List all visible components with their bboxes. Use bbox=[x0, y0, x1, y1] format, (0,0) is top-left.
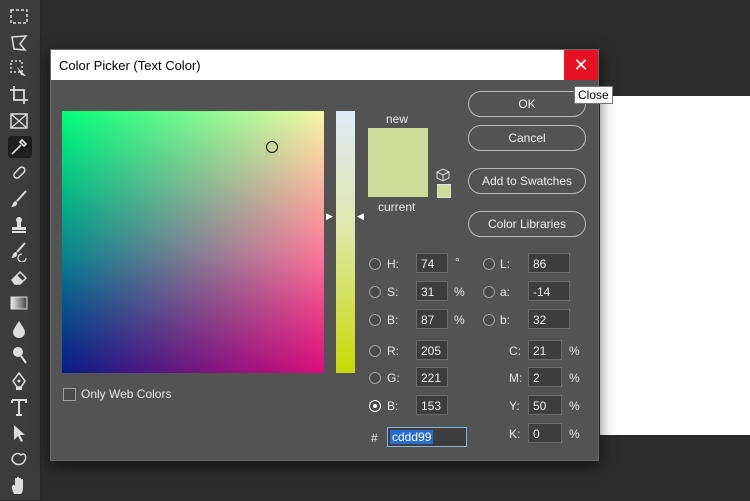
only-web-colors-checkbox[interactable] bbox=[63, 388, 76, 401]
brightness-unit: % bbox=[454, 313, 465, 327]
l-input[interactable]: 86 bbox=[528, 253, 570, 273]
gradient-icon[interactable] bbox=[8, 292, 32, 314]
hex-input[interactable]: cddd99 bbox=[387, 427, 467, 447]
blue-radio[interactable] bbox=[369, 400, 381, 412]
path-select-icon[interactable] bbox=[8, 422, 32, 444]
color-picker-dialog: Color Picker (Text Color) ✕ ▶ ◀ new curr… bbox=[50, 49, 599, 461]
c-input[interactable]: 21 bbox=[528, 340, 562, 360]
eyedropper-icon[interactable] bbox=[8, 136, 32, 158]
history-brush-icon[interactable] bbox=[8, 240, 32, 263]
hex-label: # bbox=[371, 431, 378, 445]
clone-stamp-icon[interactable] bbox=[8, 214, 32, 236]
crop-icon[interactable] bbox=[8, 84, 32, 106]
close-tooltip: Close bbox=[574, 86, 613, 104]
type-icon[interactable] bbox=[8, 396, 32, 418]
web-safe-color-swatch[interactable] bbox=[437, 184, 451, 198]
s-unit: % bbox=[454, 285, 465, 299]
m-input[interactable]: 2 bbox=[528, 367, 562, 387]
cancel-button[interactable]: Cancel bbox=[468, 125, 586, 151]
color-field-marker[interactable] bbox=[266, 141, 278, 153]
blur-icon[interactable] bbox=[8, 318, 32, 340]
hand-icon[interactable] bbox=[8, 474, 32, 496]
lab-b-input[interactable]: 32 bbox=[528, 309, 570, 329]
r-label: R: bbox=[387, 344, 399, 358]
current-label: current bbox=[378, 200, 416, 214]
lasso-icon[interactable] bbox=[8, 32, 32, 54]
c-label: C: bbox=[509, 344, 521, 358]
s-radio[interactable] bbox=[369, 286, 381, 298]
l-label: L: bbox=[500, 257, 511, 271]
g-input[interactable]: 221 bbox=[416, 367, 448, 387]
marquee-icon[interactable] bbox=[8, 6, 32, 28]
h-radio[interactable] bbox=[369, 258, 381, 270]
h-label: H: bbox=[387, 257, 399, 271]
m-unit: % bbox=[569, 371, 580, 385]
y-input[interactable]: 50 bbox=[528, 395, 562, 415]
blue-label: B: bbox=[387, 399, 399, 413]
c-unit: % bbox=[569, 344, 580, 358]
out-of-web-gamut-cube-icon[interactable] bbox=[436, 168, 450, 182]
eraser-icon[interactable] bbox=[8, 266, 32, 288]
only-web-colors-label: Only Web Colors bbox=[81, 387, 172, 401]
healing-icon[interactable] bbox=[8, 162, 32, 184]
brightness-input[interactable]: 87 bbox=[416, 309, 448, 329]
ok-button[interactable]: OK bbox=[468, 91, 586, 117]
a-label: a: bbox=[500, 285, 511, 299]
slider-right-arrow-icon[interactable]: ◀ bbox=[357, 211, 364, 222]
add-to-swatches-button[interactable]: Add to Swatches bbox=[468, 168, 586, 194]
s-label: S: bbox=[387, 285, 399, 299]
brightness-radio[interactable] bbox=[369, 314, 381, 326]
object-select-icon[interactable] bbox=[8, 58, 32, 80]
l-radio[interactable] bbox=[483, 258, 495, 270]
lab-b-label: b: bbox=[500, 313, 511, 327]
a-radio[interactable] bbox=[483, 286, 495, 298]
color-slider[interactable] bbox=[336, 111, 355, 373]
pen-icon[interactable] bbox=[8, 370, 32, 392]
dialog-title: Color Picker (Text Color) bbox=[59, 58, 201, 73]
k-input[interactable]: 0 bbox=[528, 423, 562, 443]
r-input[interactable]: 205 bbox=[416, 340, 448, 360]
shape-icon[interactable] bbox=[8, 448, 32, 470]
blue-input[interactable]: 153 bbox=[416, 395, 448, 415]
y-label: Y: bbox=[509, 399, 520, 413]
color-libraries-button[interactable]: Color Libraries bbox=[468, 211, 586, 237]
r-radio[interactable] bbox=[369, 345, 381, 357]
y-unit: % bbox=[569, 399, 580, 413]
g-label: G: bbox=[387, 371, 400, 385]
frame-icon[interactable] bbox=[8, 110, 32, 132]
color-field[interactable] bbox=[62, 111, 324, 373]
document-canvas[interactable] bbox=[600, 96, 750, 435]
k-label: K: bbox=[509, 427, 521, 441]
new-label: new bbox=[386, 112, 409, 126]
close-icon: ✕ bbox=[573, 55, 589, 75]
brush-icon[interactable] bbox=[8, 188, 32, 210]
new-color-swatch bbox=[368, 128, 428, 162]
s-input[interactable]: 31 bbox=[416, 281, 448, 301]
lab-b-radio[interactable] bbox=[483, 314, 495, 326]
g-radio[interactable] bbox=[369, 372, 381, 384]
slider-left-arrow-icon[interactable]: ▶ bbox=[326, 211, 333, 222]
h-input[interactable]: 74 bbox=[416, 253, 448, 273]
brightness-label: B: bbox=[387, 313, 399, 327]
close-button[interactable]: ✕ bbox=[564, 50, 598, 80]
h-unit: ° bbox=[455, 255, 460, 269]
tools-panel bbox=[0, 0, 41, 500]
dialog-titlebar[interactable]: Color Picker (Text Color) ✕ bbox=[51, 50, 598, 80]
hex-value: cddd99 bbox=[390, 430, 434, 444]
m-label: M: bbox=[509, 371, 523, 385]
k-unit: % bbox=[569, 427, 580, 441]
current-color-swatch[interactable] bbox=[368, 162, 428, 197]
dodge-icon[interactable] bbox=[8, 344, 32, 366]
a-input[interactable]: -14 bbox=[528, 281, 570, 301]
